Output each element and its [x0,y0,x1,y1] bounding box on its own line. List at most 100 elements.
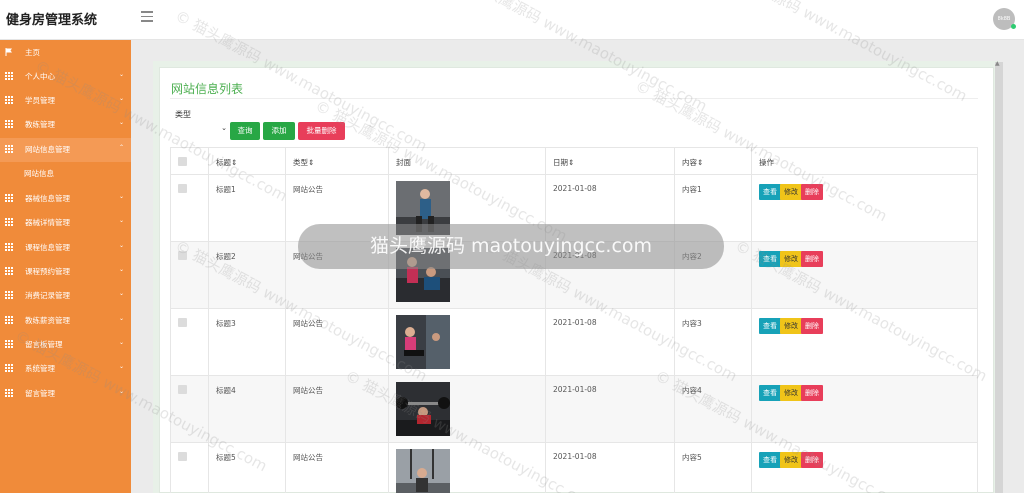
query-button[interactable]: 查询 [230,122,260,140]
grid-icon [5,389,13,397]
cover-image [396,449,450,493]
column-header-actions: 操作 [751,147,978,175]
table-row: 标题3 网站公告 2021-01-08 内容3 查看 修改 删除 [170,308,978,376]
delete-button[interactable]: 删除 [801,251,823,267]
delete-button[interactable]: 删除 [801,385,823,401]
sidebar-item-system[interactable]: 系统管理 ⌄ [0,357,131,381]
column-header-date[interactable]: 日期⇕ [545,147,675,175]
grid-icon [5,194,13,202]
column-header-type[interactable]: 类型⇕ [285,147,389,175]
sidebar-item-salary[interactable]: 教练薪资管理 ⌄ [0,309,131,333]
sidebar-item-label: 网站信息管理 [25,145,70,154]
grid-icon [5,364,13,372]
cover-image [396,382,450,436]
watermark-banner: 猫头鹰源码 maotouyingcc.com [298,224,724,269]
delete-button[interactable]: 删除 [801,318,823,334]
list-card: 网站信息列表 类型 ⌄ 查询 添加 批量删除 标题⇕ 类型⇕ 封面 日期⇕ 内容… [159,67,994,493]
edit-button[interactable]: 修改 [780,184,802,200]
table-header-row: 标题⇕ 类型⇕ 封面 日期⇕ 内容⇕ 操作 [170,147,978,175]
edit-button[interactable]: 修改 [780,318,802,334]
chevron-down-icon: ⌄ [119,193,125,200]
sidebar-item-bookings[interactable]: 课程预约管理 ⌄ [0,260,131,284]
grid-icon [5,291,13,299]
flag-icon [5,48,12,56]
chevron-down-icon: ⌄ [119,266,125,273]
sidebar-item-students[interactable]: 学员管理 ⌄ [0,89,131,113]
row-checkbox[interactable] [178,318,187,327]
cell-date: 2021-01-08 [545,442,675,493]
sidebar-item-messages[interactable]: 留言管理 ⌄ [0,382,131,406]
sidebar-subitem-site-info[interactable]: 网站信息 [0,162,131,186]
delete-button[interactable]: 删除 [801,184,823,200]
view-button[interactable]: 查看 [759,251,781,267]
delete-button[interactable]: 删除 [801,452,823,468]
chevron-down-icon: ⌄ [119,71,125,78]
cell-title: 标题2 [208,241,286,309]
grid-icon [5,340,13,348]
sidebar-item-site-info[interactable]: 网站信息管理 ⌃ [0,138,131,162]
table-row: 标题4 网站公告 2021-01-08 内容4 查看 修改 删除 [170,375,978,443]
add-button[interactable]: 添加 [263,122,295,140]
column-header-cover: 封面 [388,147,546,175]
row-checkbox[interactable] [178,385,187,394]
cell-cover [388,442,546,493]
cell-title: 标题3 [208,308,286,376]
edit-button[interactable]: 修改 [780,385,802,401]
row-checkbox[interactable] [178,184,187,193]
cell-actions: 查看 修改 删除 [751,375,978,443]
sidebar-item-message-board[interactable]: 留言板管理 ⌄ [0,333,131,357]
sidebar-item-equipment-detail[interactable]: 器械详情管理 ⌄ [0,211,131,235]
sidebar-item-label: 课程预约管理 [25,267,70,276]
filter-type-select[interactable]: ⌄ [173,121,229,138]
cover-image [396,315,450,369]
batch-delete-button[interactable]: 批量删除 [298,122,345,140]
cell-cover [388,375,546,443]
table-row: 标题5 网站公告 2021-01-08 内容5 查看 修改 删除 [170,442,978,493]
chevron-down-icon: ⌄ [119,388,125,395]
sidebar-item-coaches[interactable]: 教练管理 ⌄ [0,113,131,137]
view-button[interactable]: 查看 [759,452,781,468]
grid-icon [5,316,13,324]
select-all-checkbox[interactable] [178,157,187,166]
chevron-down-icon: ⌄ [119,242,125,249]
cell-cover [388,308,546,376]
sidebar-item-courses[interactable]: 课程信息管理 ⌄ [0,236,131,260]
chevron-down-icon: ⌄ [119,95,125,102]
sidebar-subitem-label: 网站信息 [24,169,54,178]
chevron-up-icon: ⌃ [119,144,125,151]
app-title: 健身房管理系统 [6,13,98,28]
sidebar-item-label: 主页 [25,48,40,57]
column-header-title[interactable]: 标题⇕ [208,147,286,175]
sidebar-item-label: 课程信息管理 [25,243,70,252]
sidebar-item-profile[interactable]: 个人中心 ⌄ [0,65,131,89]
grid-icon [5,243,13,251]
scroll-up-arrow-icon[interactable]: ▲ [995,60,1000,67]
cell-date: 2021-01-08 [545,308,675,376]
menu-toggle-icon[interactable] [141,11,153,23]
sidebar-item-equipment[interactable]: 器械信息管理 ⌄ [0,187,131,211]
sidebar-item-label: 留言管理 [25,389,55,398]
site-info-table: 标题⇕ 类型⇕ 封面 日期⇕ 内容⇕ 操作 标题1 网站公告 2021-01-0… [170,147,978,493]
chevron-down-icon: ⌄ [119,339,125,346]
row-checkbox[interactable] [178,251,187,260]
edit-button[interactable]: 修改 [780,452,802,468]
sidebar: 主页 个人中心 ⌄ 学员管理 ⌄ 教练管理 ⌄ 网站信息管理 ⌃ 网站信息 器械… [0,40,131,493]
view-button[interactable]: 查看 [759,385,781,401]
sidebar-item-consumption[interactable]: 消费记录管理 ⌄ [0,284,131,308]
view-button[interactable]: 查看 [759,184,781,200]
chevron-down-icon: ⌄ [119,119,125,126]
sidebar-item-home[interactable]: 主页 [0,41,131,65]
grid-icon [5,267,13,275]
edit-button[interactable]: 修改 [780,251,802,267]
cell-content: 内容4 [674,375,752,443]
select-all-header[interactable] [170,147,209,175]
row-checkbox[interactable] [178,452,187,461]
view-button[interactable]: 查看 [759,318,781,334]
chevron-down-icon: ⌄ [119,290,125,297]
column-header-content[interactable]: 内容⇕ [674,147,752,175]
vertical-scrollbar[interactable] [995,62,1003,493]
grid-icon [5,120,13,128]
sidebar-item-label: 个人中心 [25,72,55,81]
cell-type: 网站公告 [285,442,389,493]
grid-icon [5,72,13,80]
